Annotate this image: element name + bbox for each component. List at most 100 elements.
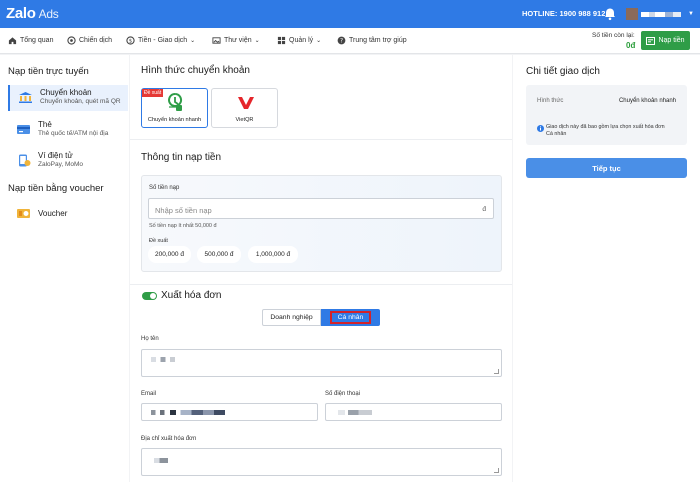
fast-transfer-icon xyxy=(168,93,183,111)
phone-label: Số điện thoại xyxy=(325,391,361,397)
transaction-detail-title: Chi tiết giao dịch xyxy=(526,66,600,77)
logo-suffix: Ads xyxy=(38,7,59,21)
amount-input[interactable]: Nhập số tiền nạp đ xyxy=(148,198,494,219)
user-name-masked[interactable] xyxy=(641,12,681,17)
voucher-icon xyxy=(17,209,30,218)
nav-help-center[interactable]: ? Trung tâm trợ giúp xyxy=(337,36,407,45)
nav-bar: Tổng quan Chiến dịch $ Tiền - Giao dịch ⌄… xyxy=(0,28,700,54)
address-label: Địa chỉ xuất hóa đơn xyxy=(141,436,197,442)
nav-manage[interactable]: Quản lý ⌄ xyxy=(277,36,321,45)
svg-text:?: ? xyxy=(340,39,343,45)
method-vietqr[interactable]: VietQR xyxy=(211,88,278,128)
topup-button[interactable]: Nạp tiền xyxy=(641,31,690,50)
detail-method-value: Chuyển khoản nhanh xyxy=(618,98,676,104)
suggest-label: Đề xuất xyxy=(149,238,168,244)
avatar[interactable] xyxy=(626,8,638,20)
nav-library[interactable]: Thư viện ⌄ xyxy=(212,36,260,45)
topup-info-title: Thông tin nạp tiền xyxy=(141,152,222,163)
invoice-toggle[interactable] xyxy=(142,292,157,300)
transfer-method-title: Hình thức chuyển khoản xyxy=(141,65,250,76)
sidebar-item-title: Voucher xyxy=(38,209,68,218)
address-field[interactable] xyxy=(141,448,502,476)
main-panel: Hình thức chuyển khoản Đề xuất Chuyển kh… xyxy=(130,55,512,482)
bank-icon xyxy=(19,92,32,103)
logo-text: Zalo xyxy=(6,5,36,22)
card-icon xyxy=(17,125,30,134)
invoice-type-personal-label: Cá nhân xyxy=(329,311,372,324)
name-field[interactable] xyxy=(141,349,502,377)
sidebar-item-title: Thẻ xyxy=(38,120,52,129)
method-label: Chuyển khoản nhanh xyxy=(147,117,202,123)
amount-unit: đ xyxy=(482,206,486,213)
nav-label: Trung tâm trợ giúp xyxy=(349,37,407,44)
sidebar: Nạp tiền trực tuyến Chuyển khoản Chuyển … xyxy=(0,55,129,482)
amount-hint: Số tiền nạp ít nhất 50,000 đ xyxy=(149,223,217,229)
amount-label: Số tiền nạp xyxy=(149,185,180,191)
divider xyxy=(130,139,512,140)
method-fast-transfer[interactable]: Đề xuất Chuyển khoản nhanh xyxy=(141,88,208,128)
sidebar-item-sub: ZaloPay, MoMo xyxy=(38,161,84,168)
grid-icon xyxy=(277,36,286,45)
zalo-ads-logo[interactable]: Zalo Ads xyxy=(6,5,59,22)
masked-value xyxy=(151,357,175,362)
image-icon xyxy=(212,37,221,44)
nav-label: Thư viện xyxy=(224,37,252,44)
sidebar-item-ewallet[interactable]: Ví điện tử ZaloPay, MoMo xyxy=(8,148,128,174)
detail-note: Giao dịch này đã bao gồm lựa chọn xuất h… xyxy=(546,124,665,138)
chevron-down-icon: ⌄ xyxy=(254,38,260,44)
bell-icon[interactable] xyxy=(603,7,617,21)
masked-value xyxy=(154,458,168,463)
svg-text:$: $ xyxy=(129,38,132,44)
suggest-chip-500k[interactable]: 500,000 đ xyxy=(197,246,241,263)
suggest-chip-200k[interactable]: 200,000 đ xyxy=(148,246,191,263)
sidebar-section-voucher: Nạp tiền bằng voucher xyxy=(8,183,104,194)
masked-value xyxy=(338,410,372,415)
balance-label: Số tiền còn lại: xyxy=(592,32,635,39)
nav-label: Chiến dịch xyxy=(79,37,113,44)
amount-placeholder: Nhập số tiền nạp xyxy=(155,206,212,215)
info-icon xyxy=(537,125,544,132)
nav-campaigns[interactable]: Chiến dịch xyxy=(67,36,112,45)
name-label: Họ tên xyxy=(141,336,159,342)
detail-method-label: Hình thức xyxy=(537,98,564,104)
nav-overview[interactable]: Tổng quan xyxy=(8,36,53,45)
sidebar-section-online: Nạp tiền trực tuyến xyxy=(8,66,89,77)
chevron-down-icon: ⌄ xyxy=(190,38,196,44)
invoice-type-business[interactable]: Doanh nghiệp xyxy=(262,309,321,326)
email-field[interactable] xyxy=(141,403,318,421)
suggest-chip-1m[interactable]: 1,000,000 đ xyxy=(248,246,298,263)
phone-field[interactable] xyxy=(325,403,502,421)
email-label: Email xyxy=(141,391,157,397)
nav-money-transactions[interactable]: $ Tiền - Giao dịch ⌄ xyxy=(126,36,195,45)
sidebar-item-sub: Chuyển khoản, quét mã QR xyxy=(40,98,121,105)
money-icon: $ xyxy=(126,36,135,45)
resize-handle[interactable] xyxy=(494,468,499,473)
resize-handle[interactable] xyxy=(494,369,499,374)
divider xyxy=(130,284,512,285)
top-bar: Zalo Ads HOTLINE: 1900 988 912 ▼ xyxy=(0,0,700,28)
ewallet-icon xyxy=(19,154,31,167)
invoice-type-personal[interactable]: Cá nhân xyxy=(321,309,380,326)
transaction-summary: Hình thức Chuyển khoản nhanh Giao dịch n… xyxy=(526,85,687,145)
balance-value: 0đ xyxy=(626,41,636,50)
sidebar-item-sub: Thẻ quốc tế/ATM nội địa xyxy=(38,130,109,137)
masked-value xyxy=(151,410,225,415)
sidebar-item-title: Ví điện tử xyxy=(38,151,73,160)
chevron-down-icon: ⌄ xyxy=(316,38,322,44)
continue-button[interactable]: Tiếp tục xyxy=(526,158,687,178)
chevron-down-icon[interactable]: ▼ xyxy=(688,11,694,17)
transaction-detail-panel: Chi tiết giao dịch Hình thức Chuyển khoả… xyxy=(513,55,700,482)
recommended-badge: Đề xuất xyxy=(142,89,164,97)
nav-label: Quản lý xyxy=(289,37,314,44)
nav-label: Tổng quan xyxy=(20,37,54,44)
wallet-icon xyxy=(646,36,656,45)
sidebar-item-voucher[interactable]: Voucher xyxy=(8,201,128,227)
sidebar-item-card[interactable]: Thẻ Thẻ quốc tế/ATM nội địa xyxy=(8,117,128,143)
invoice-title: Xuất hóa đơn xyxy=(161,290,222,301)
help-icon: ? xyxy=(337,36,346,45)
sidebar-item-bank-transfer[interactable]: Chuyển khoản Chuyển khoản, quét mã QR xyxy=(8,85,128,111)
home-icon xyxy=(8,37,17,45)
target-icon xyxy=(67,36,76,45)
sidebar-item-title: Chuyển khoản xyxy=(40,88,92,97)
topup-label: Nạp tiền xyxy=(658,37,685,44)
